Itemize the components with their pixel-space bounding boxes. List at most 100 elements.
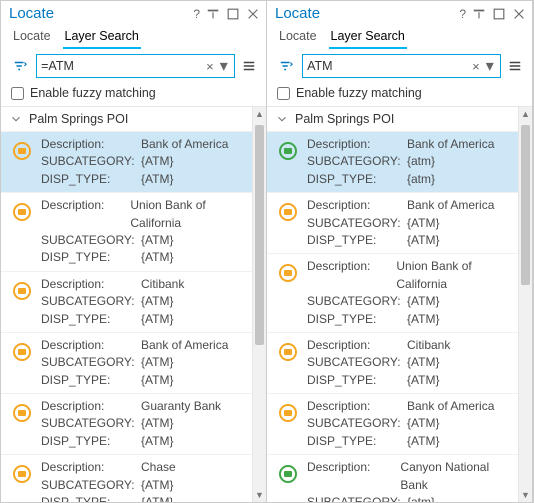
clear-icon[interactable]: × xyxy=(468,59,484,74)
poi-icon xyxy=(11,276,33,328)
scroll-thumb[interactable] xyxy=(521,125,530,285)
field-value: Bank of America xyxy=(141,337,228,354)
poi-icon xyxy=(277,459,299,502)
field-value: {ATM} xyxy=(141,415,173,432)
filter-button[interactable] xyxy=(7,55,32,77)
help-icon[interactable]: ? xyxy=(193,7,200,21)
result-item[interactable]: Description:Citibank SUBCATEGORY:{ATM} D… xyxy=(1,271,252,332)
fuzzy-checkbox[interactable] xyxy=(277,87,290,100)
scrollbar[interactable]: ▲ ▼ xyxy=(252,107,266,502)
tab-layer-search[interactable]: Layer Search xyxy=(63,26,141,49)
scroll-up-icon[interactable]: ▲ xyxy=(519,107,532,121)
tabs: Locate Layer Search xyxy=(1,24,266,49)
close-icon[interactable] xyxy=(246,7,260,21)
dropdown-icon[interactable]: ▾ xyxy=(218,56,230,76)
field-label: SUBCATEGORY: xyxy=(307,293,407,310)
maximize-icon[interactable] xyxy=(226,7,240,21)
field-label: Description: xyxy=(41,197,130,232)
results-list: Palm Springs POI Description:Bank of Ame… xyxy=(1,107,252,502)
field-label: DISP_TYPE: xyxy=(307,372,407,389)
field-value: Citibank xyxy=(141,276,184,293)
result-item[interactable]: Description:Union Bank of California SUB… xyxy=(267,253,518,332)
title-bar: Locate ? xyxy=(1,1,266,24)
field-value: {ATM} xyxy=(407,415,439,432)
result-item[interactable]: Description:Canyon National Bank SUBCATE… xyxy=(267,454,518,502)
field-label: Description: xyxy=(307,136,407,153)
field-label: Description: xyxy=(41,337,141,354)
field-label: DISP_TYPE: xyxy=(41,433,141,450)
result-item[interactable]: Description:Bank of America SUBCATEGORY:… xyxy=(267,192,518,253)
field-label: Description: xyxy=(41,136,141,153)
fuzzy-label: Enable fuzzy matching xyxy=(296,86,422,100)
results-list: Palm Springs POI Description:Bank of Ame… xyxy=(267,107,518,502)
field-label: SUBCATEGORY: xyxy=(41,293,141,310)
field-value: {ATM} xyxy=(141,293,173,310)
search-input[interactable] xyxy=(307,59,468,73)
group-title: Palm Springs POI xyxy=(29,112,128,126)
result-item[interactable]: Description:Chase SUBCATEGORY:{ATM} DISP… xyxy=(1,454,252,502)
autohide-icon[interactable] xyxy=(472,7,486,21)
result-item[interactable]: Description:Union Bank of California SUB… xyxy=(1,192,252,271)
fuzzy-checkbox[interactable] xyxy=(11,87,24,100)
field-value: Chase xyxy=(141,459,176,476)
scroll-thumb[interactable] xyxy=(255,125,264,345)
field-label: Description: xyxy=(41,398,141,415)
field-label: DISP_TYPE: xyxy=(41,311,141,328)
poi-icon xyxy=(11,459,33,502)
field-value: {ATM} xyxy=(141,477,173,494)
field-value: {ATM} xyxy=(407,232,439,249)
dropdown-icon[interactable]: ▾ xyxy=(484,56,496,76)
field-label: Description: xyxy=(307,459,400,494)
menu-button[interactable] xyxy=(239,55,260,77)
poi-icon xyxy=(277,337,299,389)
clear-icon[interactable]: × xyxy=(202,59,218,74)
field-value: {ATM} xyxy=(407,215,439,232)
field-label: SUBCATEGORY: xyxy=(307,415,407,432)
field-label: DISP_TYPE: xyxy=(41,494,141,502)
filter-button[interactable] xyxy=(273,55,298,77)
autohide-icon[interactable] xyxy=(206,7,220,21)
scroll-down-icon[interactable]: ▼ xyxy=(519,488,532,502)
field-value: {ATM} xyxy=(141,249,173,266)
result-item[interactable]: Description:Guaranty Bank SUBCATEGORY:{A… xyxy=(1,393,252,454)
result-item[interactable]: Description:Bank of America SUBCATEGORY:… xyxy=(1,332,252,393)
tab-layer-search[interactable]: Layer Search xyxy=(329,26,407,49)
field-value: {ATM} xyxy=(141,354,173,371)
field-label: Description: xyxy=(307,398,407,415)
field-value: Bank of America xyxy=(407,197,494,214)
result-item[interactable]: Description:Bank of America SUBCATEGORY:… xyxy=(267,131,518,192)
close-icon[interactable] xyxy=(512,7,526,21)
field-label: DISP_TYPE: xyxy=(307,311,407,328)
scroll-up-icon[interactable]: ▲ xyxy=(253,107,266,121)
tab-locate[interactable]: Locate xyxy=(11,26,53,49)
field-value: Union Bank of California xyxy=(130,197,246,232)
field-value: Union Bank of California xyxy=(396,258,512,293)
field-value: {ATM} xyxy=(141,311,173,328)
scroll-down-icon[interactable]: ▼ xyxy=(253,488,266,502)
result-item[interactable]: Description:Bank of America SUBCATEGORY:… xyxy=(1,131,252,192)
field-label: DISP_TYPE: xyxy=(307,232,407,249)
result-item[interactable]: Description:Bank of America SUBCATEGORY:… xyxy=(267,393,518,454)
field-label: Description: xyxy=(307,197,407,214)
help-icon[interactable]: ? xyxy=(459,7,466,21)
poi-icon xyxy=(11,136,33,188)
field-value: {ATM} xyxy=(407,293,439,310)
field-value: {atm} xyxy=(407,494,435,502)
result-item[interactable]: Description:Citibank SUBCATEGORY:{ATM} D… xyxy=(267,332,518,393)
field-label: SUBCATEGORY: xyxy=(307,494,407,502)
field-label: DISP_TYPE: xyxy=(41,372,141,389)
scrollbar[interactable]: ▲ ▼ xyxy=(518,107,532,502)
field-label: SUBCATEGORY: xyxy=(41,477,141,494)
pane-title: Locate xyxy=(275,5,320,22)
search-box: × ▾ xyxy=(302,54,501,78)
field-value: {atm} xyxy=(407,153,435,170)
group-header[interactable]: Palm Springs POI xyxy=(1,107,252,131)
field-label: SUBCATEGORY: xyxy=(41,354,141,371)
tabs: Locate Layer Search xyxy=(267,24,532,49)
group-header[interactable]: Palm Springs POI xyxy=(267,107,518,131)
maximize-icon[interactable] xyxy=(492,7,506,21)
tab-locate[interactable]: Locate xyxy=(277,26,319,49)
menu-button[interactable] xyxy=(505,55,526,77)
field-value: Canyon National Bank xyxy=(400,459,512,494)
search-input[interactable] xyxy=(41,59,202,73)
